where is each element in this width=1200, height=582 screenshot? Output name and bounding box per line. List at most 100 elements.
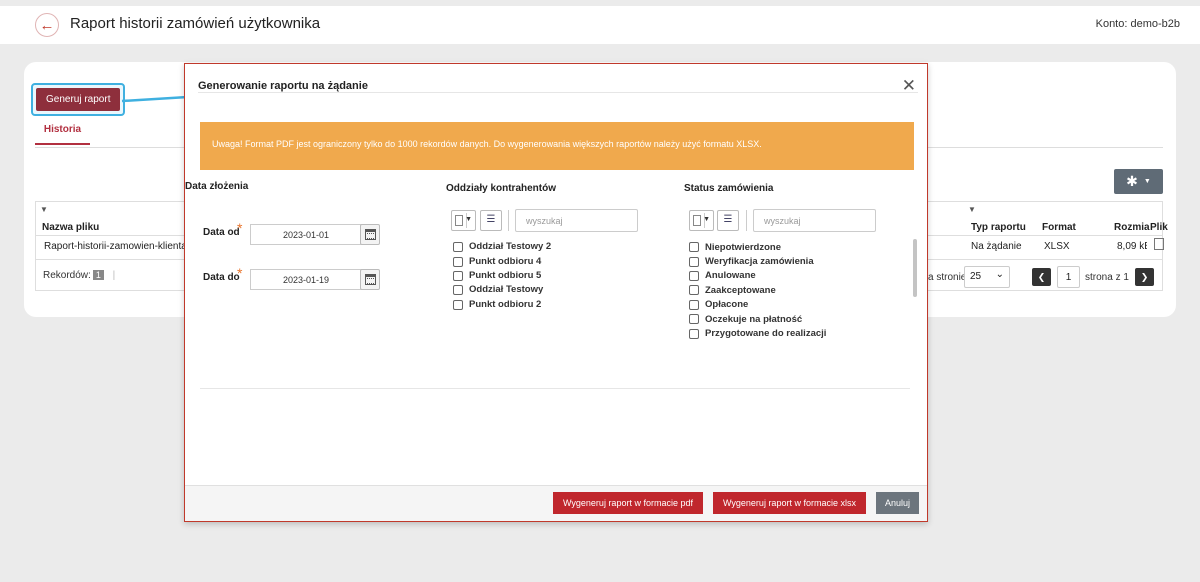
gear-icon: ✱ [1126, 173, 1138, 189]
caret-down-icon: ▼ [465, 216, 472, 223]
status-checkbox[interactable]: Niepotwierdzone [689, 240, 909, 254]
modal-footer: Wygeneruj raport w formacie pdf Wygeneru… [185, 485, 927, 521]
required-marker: * [237, 220, 243, 236]
branch-label: Punkt odbioru 2 [469, 299, 542, 310]
cell-file-name: Raport-historii-zamowien-klienta_2 [44, 241, 198, 252]
status-scrollbar[interactable] [913, 239, 917, 297]
date-to-label: Data do [203, 272, 240, 283]
cell-report-type: Na żądanie [971, 241, 1022, 252]
document-icon [455, 215, 463, 226]
settings-dropdown-button[interactable]: ✱ ▼ [1114, 169, 1163, 194]
branches-section-title: Oddziały kontrahentów [446, 183, 557, 194]
branch-label: Punkt odbioru 5 [469, 270, 542, 281]
modal-title: Generowanie raportu na żądanie [198, 80, 368, 92]
status-checkbox[interactable]: Anulowane [689, 269, 909, 283]
cancel-button[interactable]: Anuluj [876, 492, 920, 514]
column-header-type[interactable]: Typ raportu [971, 222, 1026, 233]
checkbox[interactable] [689, 270, 699, 281]
status-label: Niepotwierdzone [705, 241, 782, 253]
select-all-dropdown[interactable]: ▼ [451, 210, 476, 231]
records-count-badge: 1 [92, 270, 104, 280]
checkbox[interactable] [689, 242, 699, 253]
generate-xlsx-button[interactable]: Wygeneruj raport w formacie xlsx [713, 492, 866, 514]
checkbox[interactable] [689, 314, 699, 325]
document-icon [693, 215, 701, 226]
file-download-icon[interactable] [1154, 238, 1164, 250]
report-modal: Generowanie raportu na żądanie ✕ Uwaga! … [184, 63, 928, 522]
arrow-left-icon[interactable]: ← [35, 13, 59, 37]
column-header-name[interactable]: Nazwa pliku [42, 222, 99, 233]
branch-checkbox[interactable]: Oddział Testowy 2 [453, 241, 551, 252]
filter-icon[interactable]: ▼ [968, 205, 976, 214]
modal-divider [200, 388, 910, 389]
status-checkbox[interactable]: Przygotowane do realizacji [689, 326, 909, 340]
date-section-title: Data złożenia [185, 181, 249, 192]
page-of-label: strona z 1 [1085, 272, 1129, 283]
branches-search-input[interactable]: wyszukaj [515, 209, 638, 232]
records-count: Rekordów: 1 | [43, 270, 115, 281]
modal-divider [198, 92, 918, 93]
column-header-size[interactable]: Rozmia [1114, 222, 1150, 233]
page-number-input[interactable]: 1 [1057, 266, 1080, 288]
checkbox[interactable] [453, 241, 463, 252]
per-page-select[interactable]: 25 ⌄ [964, 266, 1010, 288]
column-header-format[interactable]: Format [1042, 222, 1076, 233]
generate-report-button[interactable]: Generuj raport [36, 88, 121, 111]
tag-filter-icon[interactable]: ☰ [717, 210, 739, 231]
status-section-title: Status zamówienia [684, 183, 774, 194]
branch-checkbox[interactable]: Oddział Testowy [453, 284, 543, 295]
per-page-value: 25 [970, 271, 982, 282]
required-marker: * [237, 265, 243, 281]
branch-checkbox[interactable]: Punkt odbioru 2 [453, 299, 541, 310]
calendar-icon[interactable] [360, 269, 380, 290]
per-page-label: a stronie [928, 272, 967, 283]
previous-page-button[interactable]: ❮ [1032, 268, 1051, 286]
column-header-file[interactable]: Plik [1150, 222, 1168, 233]
checkbox[interactable] [689, 285, 699, 296]
checkbox[interactable] [689, 328, 699, 339]
branch-label: Punkt odbioru 4 [469, 256, 542, 267]
status-list[interactable]: Niepotwierdzone Weryfikacja zamówienia A… [689, 240, 909, 340]
cell-size: 8,09 kB [1117, 241, 1147, 252]
filter-icon[interactable]: ▼ [40, 205, 48, 214]
status-checkbox[interactable]: Weryfikacja zamówienia [689, 254, 909, 268]
branch-label: Oddział Testowy 2 [469, 241, 552, 252]
status-checkbox[interactable]: Zaakceptowane [689, 283, 909, 297]
status-label: Opłacone [705, 299, 749, 311]
date-from-input[interactable]: 2023-01-01 [250, 224, 362, 245]
select-all-dropdown[interactable]: ▼ [689, 210, 714, 231]
tag-filter-icon[interactable]: ☰ [480, 210, 502, 231]
generate-pdf-button[interactable]: Wygeneruj raport w formacie pdf [553, 492, 703, 514]
chevron-down-icon: ⌄ [995, 269, 1004, 280]
checkbox[interactable] [453, 270, 463, 281]
branch-label: Oddział Testowy [469, 284, 544, 295]
branch-checkbox[interactable]: Punkt odbioru 5 [453, 270, 541, 281]
status-checkbox[interactable]: Opłacone [689, 298, 909, 312]
branch-checkbox[interactable]: Punkt odbioru 4 [453, 256, 541, 267]
caret-down-icon: ▼ [1143, 178, 1151, 185]
status-label: Oczekuje na płatność [705, 313, 803, 325]
date-from-label: Data od [203, 227, 240, 238]
status-search-input[interactable]: wyszukaj [753, 209, 876, 232]
checkbox[interactable] [689, 256, 699, 267]
records-label: Rekordów: [43, 270, 91, 281]
cell-format: XLSX [1044, 241, 1070, 252]
checkbox[interactable] [453, 299, 463, 310]
checkbox[interactable] [453, 284, 463, 295]
calendar-icon[interactable] [360, 224, 380, 245]
date-to-input[interactable]: 2023-01-19 [250, 269, 362, 290]
top-bar: ← Raport historii zamówień użytkownika K… [0, 6, 1200, 44]
status-label: Przygotowane do realizacji [705, 328, 827, 340]
checkbox[interactable] [689, 299, 699, 310]
status-label: Weryfikacja zamówienia [705, 256, 814, 268]
account-label: Konto: demo-b2b [1095, 18, 1180, 30]
generate-button-highlight: Generuj raport [31, 83, 126, 116]
next-page-button[interactable]: ❯ [1135, 268, 1154, 286]
status-checkbox[interactable]: Oczekuje na płatność [689, 312, 909, 326]
page-title: Raport historii zamówień użytkownika [70, 15, 321, 32]
tab-history[interactable]: Historia [35, 124, 90, 145]
caret-down-icon: ▼ [703, 216, 710, 223]
toolbar-separator [746, 210, 747, 231]
checkbox[interactable] [453, 256, 463, 267]
pdf-limit-warning: Uwaga! Format PDF jest ograniczony tylko… [200, 122, 914, 170]
